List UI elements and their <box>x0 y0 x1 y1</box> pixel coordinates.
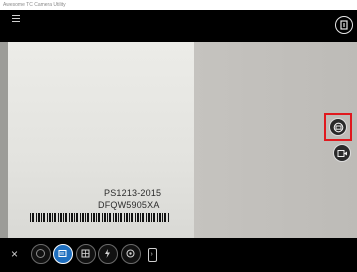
close-icon[interactable]: × <box>11 247 18 261</box>
scan-mode-icon <box>333 122 344 133</box>
grid-icon <box>81 249 90 258</box>
background-shadow <box>0 42 8 238</box>
label-line2: DFQW5905XA <box>98 200 160 210</box>
top-toolbar <box>0 10 357 42</box>
window-title-bar: Awesome TC Camera Utility <box>0 0 357 10</box>
bottom-toolbar: × › <box>0 238 357 272</box>
more-button[interactable]: › <box>148 248 157 262</box>
scan-mode-button[interactable] <box>329 118 347 136</box>
barcode <box>30 213 170 222</box>
hamburger-menu-icon[interactable] <box>12 15 20 23</box>
barcode-scan-button[interactable] <box>53 244 73 264</box>
effects-button[interactable] <box>121 244 141 264</box>
flash-icon <box>105 249 110 258</box>
more-icon: › <box>150 251 153 258</box>
window-title: Awesome TC Camera Utility <box>3 2 66 8</box>
grid-button[interactable] <box>76 244 96 264</box>
photo-button[interactable] <box>31 244 51 264</box>
photo-icon <box>36 249 45 258</box>
camera-viewfinder[interactable]: PS1213-2015 DFQW5905XA <box>0 42 357 238</box>
label-line1: PS1213-2015 <box>104 188 162 198</box>
info-icon[interactable] <box>335 16 353 34</box>
barcode-scan-icon <box>58 250 67 257</box>
flash-button[interactable] <box>98 244 118 264</box>
video-button[interactable] <box>333 144 351 162</box>
video-icon <box>337 150 347 157</box>
effects-icon <box>126 249 135 258</box>
